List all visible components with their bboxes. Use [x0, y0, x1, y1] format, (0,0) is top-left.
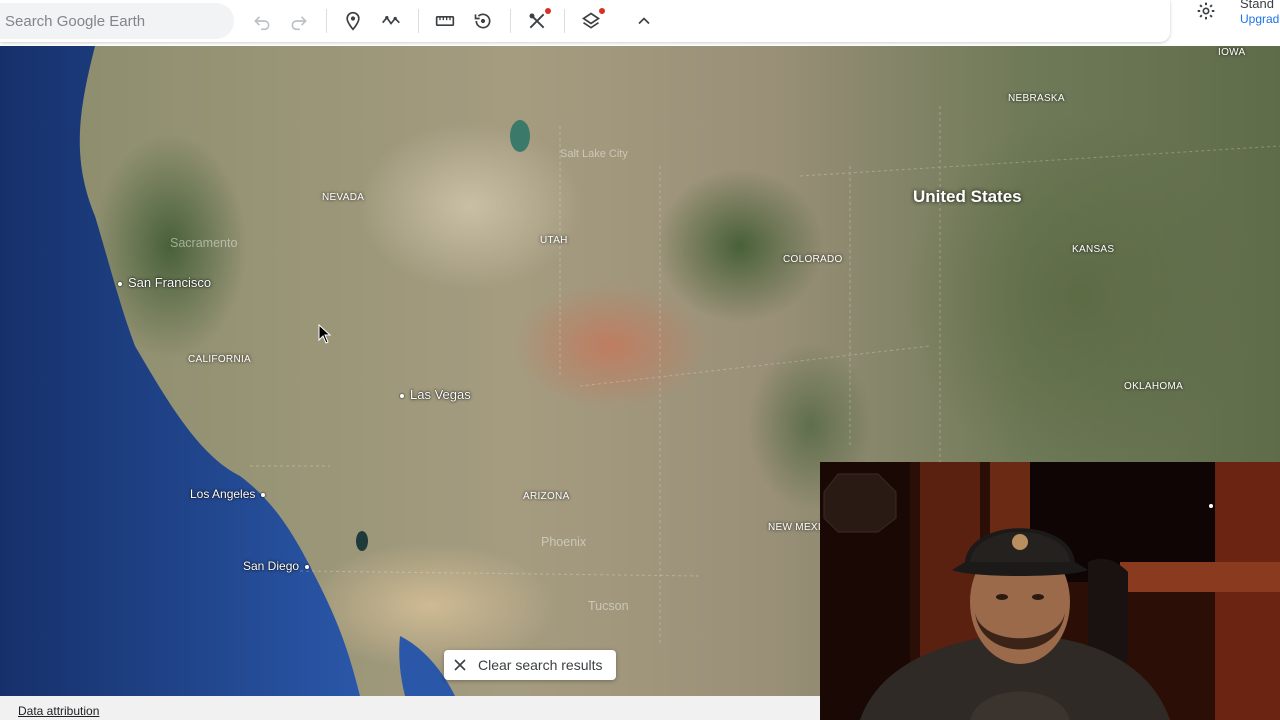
add-path-icon [382, 16, 400, 25]
webcam-overlay [820, 462, 1280, 720]
toolbar-divider [510, 9, 511, 33]
gear-icon [1197, 2, 1215, 20]
historical-imagery-icon [474, 13, 491, 29]
faded-label-salt-lake-city: Salt Lake City [560, 148, 628, 160]
state-label-utah: UTAH [540, 235, 568, 246]
toolbar-divider [326, 9, 327, 33]
toolbar-divider [564, 9, 565, 33]
tools-icon [529, 13, 545, 29]
account-plan-label: Stand [1240, 0, 1274, 11]
state-label-kansas: KANSAS [1072, 244, 1115, 255]
mouse-cursor-icon [318, 324, 332, 344]
state-label-nevada: NEVADA [322, 192, 365, 203]
webcam-person-image [820, 462, 1280, 720]
clear-search-label: Clear search results [478, 657, 603, 673]
state-label-arizona: ARIZONA [523, 491, 570, 502]
faded-label-sacramento: Sacramento [170, 236, 238, 250]
toolbar [0, 0, 1170, 42]
redo-icon [291, 16, 307, 31]
state-label-iowa: IOWA [1218, 47, 1246, 58]
state-label-oklahoma: OKLAHOMA [1124, 381, 1184, 392]
city-label-las-vegas[interactable]: Las Vegas [400, 387, 471, 402]
notification-dot [545, 8, 551, 14]
city-label-san-diego[interactable]: San Diego [243, 559, 315, 573]
state-label-nebraska: NEBRASKA [1008, 93, 1065, 104]
measure-icon [435, 16, 455, 26]
settings-button[interactable] [1192, 0, 1220, 22]
undo-icon [254, 16, 270, 31]
upgrade-link[interactable]: Upgrad [1240, 12, 1279, 26]
add-path-button[interactable] [377, 7, 405, 35]
faded-label-tucson: Tucson [588, 599, 629, 613]
status-bar: Data attribution [0, 696, 820, 720]
add-placemark-icon [346, 11, 360, 31]
search-input[interactable] [0, 3, 231, 39]
city-label-los-angeles[interactable]: Los Angeles [190, 487, 271, 501]
faded-label-phoenix: Phoenix [541, 535, 587, 549]
close-icon [454, 659, 466, 671]
state-label-colorado: COLORADO [783, 254, 843, 265]
toolbar-divider [418, 9, 419, 33]
city-label-san-francisco[interactable]: San Francisco [118, 275, 211, 290]
notification-dot [599, 8, 605, 14]
search-box [0, 3, 234, 39]
historical-imagery-button[interactable] [469, 7, 497, 35]
data-attribution-link[interactable]: Data attribution [18, 704, 99, 718]
map-style-icon [581, 12, 601, 29]
state-label-california: CALIFORNIA [188, 354, 252, 365]
collapse-toolbar-button[interactable] [630, 7, 658, 35]
redo-button[interactable] [285, 7, 313, 35]
clear-search-results-button[interactable]: Clear search results [444, 650, 616, 680]
country-label: United States [913, 187, 1022, 206]
add-placemark-button[interactable] [339, 7, 367, 35]
chevron-up-icon [638, 17, 650, 25]
measure-button[interactable] [431, 7, 459, 35]
undo-button[interactable] [248, 7, 276, 35]
